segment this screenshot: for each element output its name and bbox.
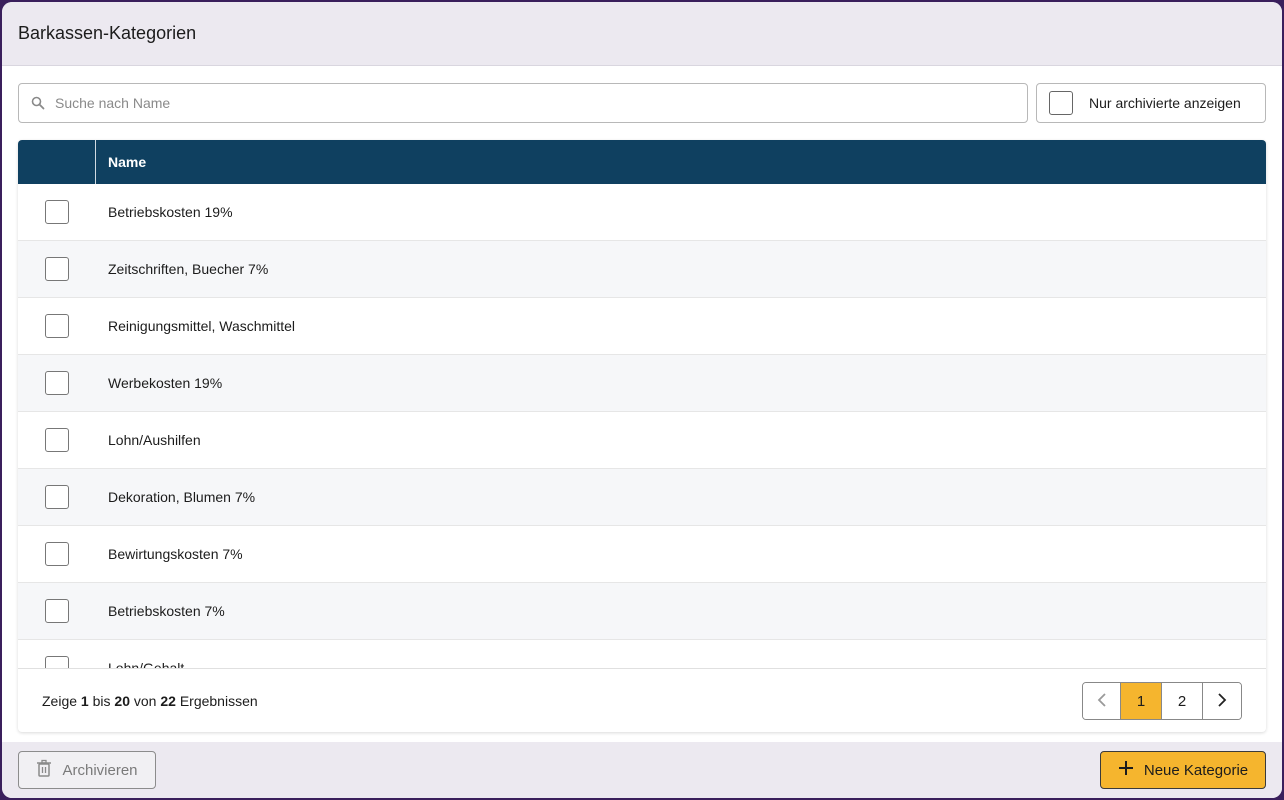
new-category-button-label: Neue Kategorie: [1143, 761, 1249, 779]
row-select-cell: [18, 656, 96, 668]
select-column-header: [18, 140, 96, 184]
summary-suffix: Ergebnissen: [179, 692, 258, 709]
row-name: Werbekosten 19%: [108, 375, 223, 391]
row-select-cell: [18, 428, 96, 452]
row-select-cell: [18, 542, 96, 566]
table-header: Name: [18, 140, 1266, 184]
summary-mid2: von: [133, 692, 157, 709]
row-select-cell: [18, 200, 96, 224]
summary-prefix: Zeige: [42, 692, 78, 709]
table-row[interactable]: Lohn/Aushilfen: [18, 412, 1266, 469]
summary-total: 22: [160, 692, 176, 709]
row-checkbox[interactable]: [45, 542, 69, 566]
table-row[interactable]: Werbekosten 19%: [18, 355, 1266, 412]
row-checkbox[interactable]: [45, 656, 69, 668]
table-body[interactable]: Betriebskosten 19% Zeitschriften, Buecher…: [18, 184, 1266, 668]
categories-table: Name Betriebskosten 19% Zeitschriften, Bu…: [18, 140, 1266, 732]
row-name: Zeitschriften, Buecher 7%: [108, 261, 269, 277]
row-select-cell: [18, 257, 96, 281]
trash-icon: [36, 759, 52, 781]
pagination: 1 2: [1082, 681, 1242, 720]
page-button-1[interactable]: 1: [1121, 682, 1162, 719]
action-bar: Archivieren Neue Kategorie: [2, 742, 1282, 798]
row-name: Lohn/Gehalt: [108, 660, 185, 668]
main-content: Nur archivierte anzeigen Name Betriebsko…: [2, 66, 1282, 742]
table-footer: Zeige 1 bis 20 von 22 Ergebnissen 1 2: [18, 668, 1266, 732]
chevron-right-icon: [1217, 692, 1227, 712]
archived-filter-label: Nur archivierte anzeigen: [1089, 95, 1241, 111]
row-select-cell: [18, 371, 96, 395]
row-checkbox[interactable]: [45, 485, 69, 509]
toolbar: Nur archivierte anzeigen: [18, 83, 1266, 123]
chevron-left-icon: [1097, 692, 1107, 712]
archived-checkbox[interactable]: [1049, 91, 1073, 115]
row-checkbox[interactable]: [45, 257, 69, 281]
row-checkbox[interactable]: [45, 371, 69, 395]
plus-icon: [1118, 760, 1134, 780]
table-row[interactable]: Bewirtungskosten 7%: [18, 526, 1266, 583]
search-icon: [31, 96, 45, 110]
row-select-cell: [18, 599, 96, 623]
row-name: Bewirtungskosten 7%: [108, 546, 243, 562]
row-select-cell: [18, 485, 96, 509]
row-name: Betriebskosten 19%: [108, 204, 233, 220]
page-header: Barkassen-Kategorien: [2, 2, 1282, 66]
row-checkbox[interactable]: [45, 599, 69, 623]
table-row[interactable]: Lohn/Gehalt: [18, 640, 1266, 668]
page-button-2[interactable]: 2: [1162, 682, 1203, 719]
search-box[interactable]: [18, 83, 1028, 123]
table-row[interactable]: Dekoration, Blumen 7%: [18, 469, 1266, 526]
page-title: Barkassen-Kategorien: [18, 23, 197, 43]
table-row[interactable]: Reinigungsmittel, Waschmittel: [18, 298, 1266, 355]
table-row[interactable]: Betriebskosten 19%: [18, 184, 1266, 241]
table-row[interactable]: Zeitschriften, Buecher 7%: [18, 241, 1266, 298]
search-input[interactable]: [55, 95, 1027, 111]
app-window: Barkassen-Kategorien Nur archivierte anz…: [2, 2, 1282, 798]
results-summary: Zeige 1 bis 20 von 22 Ergebnissen: [42, 693, 258, 709]
row-select-cell: [18, 314, 96, 338]
row-name: Dekoration, Blumen 7%: [108, 489, 256, 505]
row-checkbox[interactable]: [45, 200, 69, 224]
row-checkbox[interactable]: [45, 314, 69, 338]
summary-to: 20: [114, 692, 130, 709]
row-name: Betriebskosten 7%: [108, 603, 225, 619]
table-row[interactable]: Betriebskosten 7%: [18, 583, 1266, 640]
row-name: Reinigungsmittel, Waschmittel: [108, 318, 295, 334]
archived-filter-toggle[interactable]: Nur archivierte anzeigen: [1036, 83, 1266, 123]
new-category-button[interactable]: Neue Kategorie: [1100, 751, 1266, 789]
summary-from: 1: [80, 692, 89, 709]
row-name: Lohn/Aushilfen: [108, 432, 201, 448]
row-checkbox[interactable]: [45, 428, 69, 452]
archive-button[interactable]: Archivieren: [18, 751, 156, 789]
archive-button-label: Archivieren: [62, 761, 138, 779]
prev-page-button[interactable]: [1083, 682, 1121, 719]
column-header-name[interactable]: Name: [96, 154, 146, 170]
next-page-button[interactable]: [1203, 682, 1241, 719]
summary-mid1: bis: [92, 692, 111, 709]
